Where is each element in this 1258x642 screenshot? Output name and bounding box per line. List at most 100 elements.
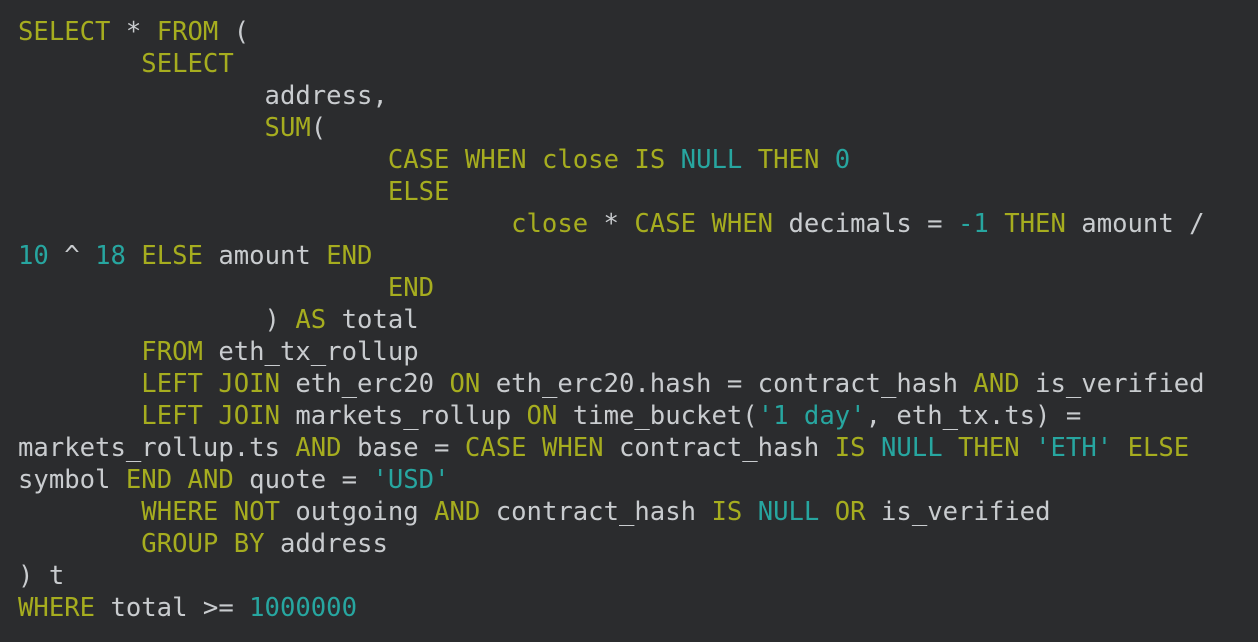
- sql-identifier: [126, 241, 141, 271]
- sql-keyword: ELSE: [141, 241, 203, 271]
- sql-keyword: THEN: [958, 433, 1020, 463]
- sql-keyword: FROM: [156, 17, 219, 47]
- sql-keyword: SUM: [264, 113, 311, 143]
- sql-keyword: THEN: [757, 145, 820, 175]
- sql-keyword: WHEN: [541, 433, 604, 463]
- sql-literal: 10: [18, 241, 49, 271]
- code-line: SELECT: [18, 48, 1258, 80]
- sql-operator: ^: [48, 241, 96, 271]
- code-line: ) t: [18, 560, 1258, 592]
- sql-keyword: THEN: [1004, 209, 1066, 239]
- sql-identifier: [18, 369, 141, 399]
- sql-identifier: [203, 401, 218, 431]
- code-line: ELSE: [18, 176, 1258, 208]
- sql-keyword: JOIN: [218, 369, 280, 399]
- code-line: SELECT * FROM (: [18, 16, 1258, 48]
- sql-identifier: amount: [202, 241, 327, 271]
- sql-identifier: [819, 145, 834, 175]
- sql-keyword: LEFT: [141, 369, 203, 399]
- sql-literal: NULL: [880, 433, 943, 463]
- sql-operator: (: [310, 113, 327, 143]
- code-editor[interactable]: SELECT * FROM ( SELECT address, SUM( CAS…: [0, 0, 1258, 642]
- sql-identifier: is_verified: [1019, 369, 1205, 399]
- sql-keyword: close: [511, 209, 589, 239]
- sql-string: '1 day': [757, 401, 866, 431]
- code-line: 10 ^ 18 ELSE amount END: [18, 240, 1258, 272]
- sql-keyword: END: [387, 273, 435, 303]
- code-line: CASE WHEN close IS NULL THEN 0: [18, 144, 1258, 176]
- sql-identifier: time_bucket(: [557, 401, 758, 431]
- sql-identifier: address: [264, 529, 388, 559]
- sql-keyword: ON: [526, 401, 558, 431]
- code-line: WHERE total >= 1000000: [18, 592, 1258, 624]
- sql-keyword: CASE: [634, 209, 697, 239]
- sql-identifier: ): [18, 305, 296, 335]
- sql-literal: NULL: [680, 145, 743, 175]
- sql-identifier: total: [326, 305, 419, 335]
- sql-identifier: [527, 433, 542, 463]
- sql-identifier: total >=: [95, 593, 250, 623]
- sql-keyword: NOT: [233, 497, 280, 527]
- sql-keyword: SELECT: [18, 17, 111, 47]
- code-line: address,: [18, 80, 1258, 112]
- sql-identifier: [866, 433, 881, 463]
- sql-keyword: SELECT: [141, 49, 234, 79]
- sql-identifier: [449, 145, 464, 175]
- sql-identifier: [696, 209, 711, 239]
- sql-string: 'ETH': [1035, 433, 1113, 463]
- sql-keyword: IS: [711, 497, 743, 527]
- sql-keyword: CASE: [464, 433, 527, 463]
- sql-identifier: [619, 145, 634, 175]
- sql-keyword: OR: [834, 497, 866, 527]
- sql-operator: (: [218, 17, 250, 47]
- sql-identifier: [18, 273, 388, 303]
- sql-identifier: [527, 145, 542, 175]
- sql-keyword: ELSE: [387, 177, 450, 207]
- sql-identifier: [18, 49, 141, 79]
- code-line: markets_rollup.ts AND base = CASE WHEN c…: [18, 432, 1258, 464]
- sql-identifier: [172, 465, 187, 495]
- sql-identifier: , eth_tx.ts) =: [865, 401, 1082, 431]
- sql-keyword: AND: [187, 465, 234, 495]
- sql-identifier: [203, 369, 218, 399]
- sql-literal: -1: [957, 209, 989, 239]
- sql-identifier: [742, 497, 757, 527]
- sql-identifier: [989, 209, 1004, 239]
- sql-keyword: IS: [834, 433, 866, 463]
- sql-identifier: eth_tx_rollup: [202, 337, 419, 367]
- sql-identifier: [1020, 433, 1035, 463]
- sql-keyword: WHEN: [711, 209, 774, 239]
- sql-identifier: symbol: [18, 465, 126, 495]
- sql-identifier: [18, 401, 141, 431]
- sql-literal: 0: [834, 145, 851, 175]
- sql-keyword: ON: [449, 369, 481, 399]
- sql-operator: *: [588, 209, 635, 239]
- sql-identifier: markets_rollup: [279, 401, 527, 431]
- sql-identifier: is_verified: [865, 497, 1051, 527]
- sql-keyword: BY: [233, 529, 265, 559]
- code-line: END: [18, 272, 1258, 304]
- sql-identifier: eth_erc20: [279, 369, 450, 399]
- sql-keyword: ELSE: [1127, 433, 1190, 463]
- sql-keyword: CASE: [387, 145, 450, 175]
- code-line: symbol END AND quote = 'USD': [18, 464, 1258, 496]
- sql-identifier: [742, 145, 757, 175]
- sql-keyword: END: [326, 241, 373, 271]
- sql-keyword: GROUP: [141, 529, 219, 559]
- sql-identifier: [218, 497, 233, 527]
- code-line: ) AS total: [18, 304, 1258, 336]
- sql-identifier: contract_hash: [480, 497, 712, 527]
- sql-operator: *: [110, 17, 157, 47]
- sql-keyword: IS: [634, 145, 666, 175]
- sql-identifier: [18, 177, 388, 207]
- sql-identifier: [18, 145, 388, 175]
- sql-identifier: eth_erc20.hash = contract_hash: [480, 369, 974, 399]
- sql-keyword: WHERE: [141, 497, 219, 527]
- sql-identifier: address,: [18, 81, 388, 111]
- code-line: FROM eth_tx_rollup: [18, 336, 1258, 368]
- sql-keyword: END: [125, 465, 173, 495]
- sql-identifier: amount /: [1065, 209, 1205, 239]
- sql-keyword: AND: [295, 433, 342, 463]
- code-line: close * CASE WHEN decimals = -1 THEN amo…: [18, 208, 1258, 240]
- code-line: GROUP BY address: [18, 528, 1258, 560]
